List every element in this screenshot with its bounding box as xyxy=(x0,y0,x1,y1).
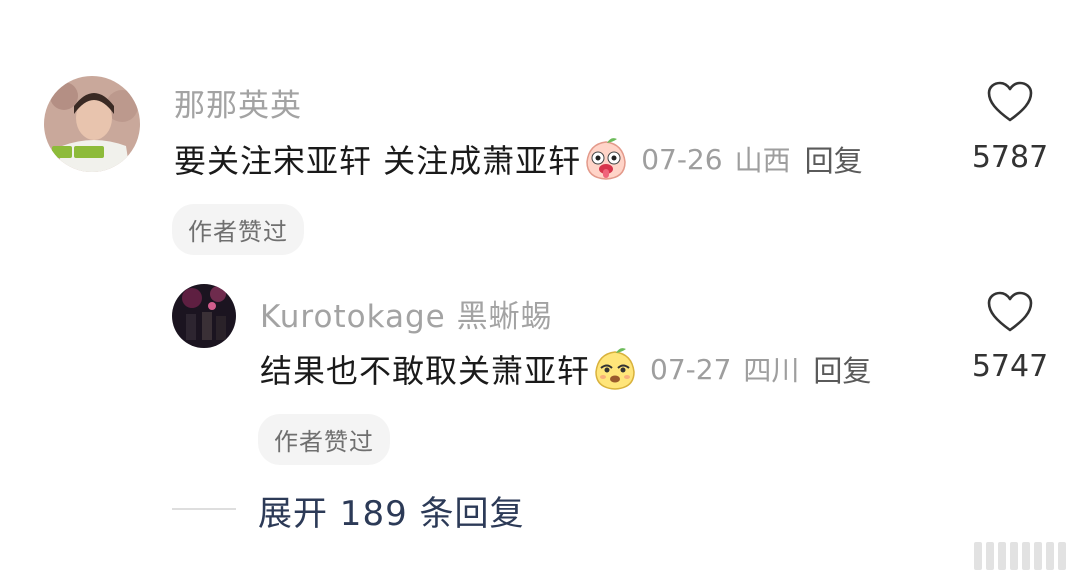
comment-thread: 那那英英 要关注宋亚轩 关注成萧亚轩 07-26 山西 回复 5787 作者赞过 xyxy=(0,0,1080,580)
reply-content[interactable]: 结果也不敢取关萧亚轩 07-27 四川 回复 xyxy=(260,344,871,394)
reply-reply-button[interactable]: 回复 xyxy=(813,348,871,390)
reply-like-count: 5747 xyxy=(971,349,1049,384)
reply-date: 07-27 xyxy=(650,352,732,386)
comment-like-count: 5787 xyxy=(971,140,1049,175)
comment-location: 山西 xyxy=(734,144,791,177)
watermark xyxy=(974,542,1066,570)
heart-icon[interactable] xyxy=(986,290,1034,338)
avatar[interactable] xyxy=(44,76,140,172)
comment-date: 07-26 xyxy=(641,142,723,176)
drooling-peach-icon xyxy=(583,136,629,182)
comment-username[interactable]: 那那英英 xyxy=(174,80,302,125)
reply-location: 四川 xyxy=(743,354,800,387)
smirking-pear-icon xyxy=(592,346,638,392)
divider xyxy=(172,508,236,510)
author-liked-badge: 作者赞过 xyxy=(172,204,304,255)
comment-reply-button[interactable]: 回复 xyxy=(805,138,863,180)
expand-replies-button[interactable]: 展开 189 条回复 xyxy=(258,486,525,535)
reply-username[interactable]: Kurotokage 黑蜥蜴 xyxy=(260,291,553,336)
comment-text: 要关注宋亚轩 关注成萧亚轩 xyxy=(174,142,582,180)
comment-content[interactable]: 要关注宋亚轩 关注成萧亚轩 07-26 山西 回复 xyxy=(174,134,863,184)
reply-text: 结果也不敢取关萧亚轩 xyxy=(260,352,591,390)
avatar[interactable] xyxy=(172,284,236,348)
author-liked-badge: 作者赞过 xyxy=(258,414,390,465)
heart-icon[interactable] xyxy=(986,80,1034,128)
